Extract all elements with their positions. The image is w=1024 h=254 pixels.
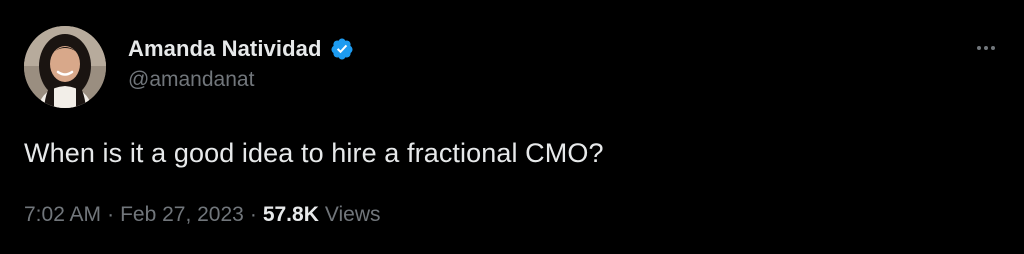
tweet-time[interactable]: 7:02 AM <box>24 203 101 227</box>
more-horizontal-icon-dot <box>984 46 988 50</box>
tweet-header: Amanda Natividad @amandanat <box>128 34 354 92</box>
tweet-card: Amanda Natividad @amandanat When is it a… <box>0 0 1024 254</box>
tweet-meta: 7:02 AM · Feb 27, 2023 · 57.8K Views <box>24 203 381 227</box>
display-name[interactable]: Amanda Natividad <box>128 36 322 62</box>
user-handle[interactable]: @amandanat <box>128 68 354 92</box>
tweet-date[interactable]: Feb 27, 2023 <box>120 203 244 227</box>
avatar[interactable] <box>24 26 106 108</box>
more-options-button[interactable] <box>968 36 1004 60</box>
more-horizontal-icon-dot <box>991 46 995 50</box>
meta-separator: · <box>249 203 257 226</box>
verified-badge-icon[interactable] <box>330 37 354 61</box>
meta-separator: · <box>107 203 115 226</box>
more-horizontal-icon <box>977 46 981 50</box>
views-label[interactable]: Views <box>325 203 381 227</box>
name-row: Amanda Natividad <box>128 34 354 64</box>
tweet-text: When is it a good idea to hire a fractio… <box>24 138 604 168</box>
views-count[interactable]: 57.8K <box>263 203 319 227</box>
avatar-image <box>24 26 106 108</box>
